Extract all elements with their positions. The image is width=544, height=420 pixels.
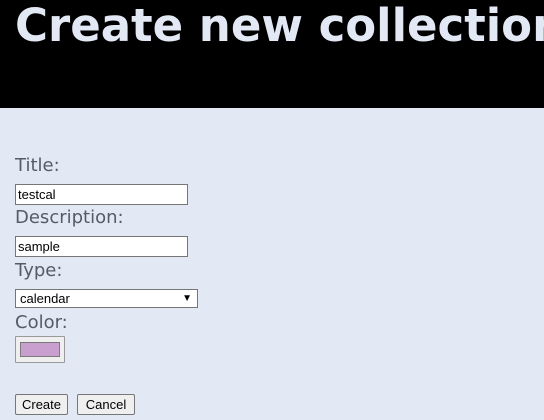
- type-label: Type:: [15, 260, 63, 281]
- create-button[interactable]: Create: [15, 394, 68, 415]
- color-swatch: [20, 342, 60, 357]
- description-label: Description:: [15, 207, 124, 228]
- type-select-value: calendar: [20, 291, 70, 306]
- description-field[interactable]: sample: [15, 236, 188, 257]
- title-label: Title:: [15, 155, 60, 176]
- page-header: Create new collection: [0, 0, 544, 108]
- title-field[interactable]: testcal: [15, 184, 188, 205]
- cancel-button[interactable]: Cancel: [77, 394, 135, 415]
- color-picker-button[interactable]: [15, 336, 65, 363]
- color-label: Color:: [15, 312, 68, 333]
- chevron-down-icon: ▼: [182, 293, 192, 304]
- page-title: Create new collection: [15, 0, 544, 52]
- type-select[interactable]: calendar ▼: [15, 289, 198, 308]
